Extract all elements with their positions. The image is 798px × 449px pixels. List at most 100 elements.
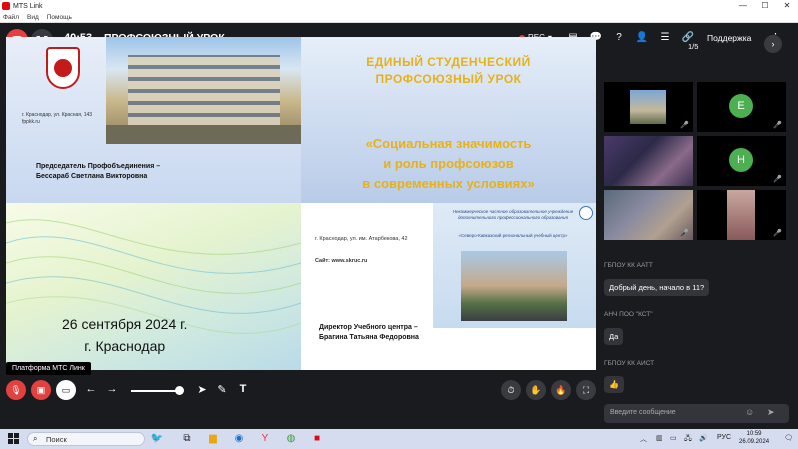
stopwatch-icon: ⏱ [507,384,515,395]
window-titlebar: MTS Link — ☐ ✕ [0,0,798,12]
language-indicator[interactable]: РУС [717,434,731,441]
mts-link-taskbar-icon[interactable]: ■ [310,432,324,446]
participants-icon[interactable]: 👤 [635,32,649,43]
center-site: Сайт: www.skruc.ru [315,258,368,264]
screen-share-icon: ▭ [61,384,71,395]
fullscreen-button[interactable]: ⛶ [576,380,596,400]
emoji-icon[interactable]: ☺ [745,407,754,417]
participant-tile-3[interactable] [604,136,693,186]
file-explorer-icon[interactable]: ▆ [206,432,220,446]
search-icon: ⌕ [33,434,38,443]
director-caption: Директор Учебного центра – Брагина Татья… [319,324,419,341]
mic-toggle-button[interactable]: 🎙 [6,380,26,400]
raise-hand-button[interactable]: ✋ [526,380,546,400]
fullscreen-icon: ⛶ [582,384,590,395]
participant-video [630,90,666,124]
participants-list-icon[interactable]: ☰ [658,32,672,43]
tray-monitor-icon[interactable]: ▭ [670,434,677,442]
chat-author: ГБПОУ КК ААТТ [604,262,653,269]
chevron-right-icon: › [771,39,775,49]
mts-link-logo-icon [2,2,10,10]
mic-muted-icon: 🎤 [680,122,689,129]
mic-muted-icon: 🎤 [773,176,782,183]
center-address: г. Краснодар, ул. им. Атарбекова, 42 [315,236,408,242]
window-title: MTS Link [13,2,43,10]
union-emblem-icon [46,47,80,89]
pen-tool-icon[interactable]: ✎ [215,383,229,396]
chat-input[interactable]: Введите сообщение ☺ ➤ [604,404,789,423]
next-slide-icon[interactable]: → [105,383,119,395]
clock-date: 26.09.2024 [739,439,770,445]
questions-icon[interactable]: ? [612,32,626,43]
network-icon[interactable]: 🖧 [684,434,692,445]
slide-topic: «Социальная значимость и роль профсоюзов… [362,136,535,191]
chrome-browser-icon[interactable]: ◍ [284,432,298,446]
flame-icon: 🔥 [555,384,567,395]
participant-tile-4[interactable]: H 🎤 [697,136,786,186]
window-controls: — ☐ ✕ [732,0,798,12]
participant-video [727,190,755,240]
participant-tile-2[interactable]: E 🎤 [697,82,786,132]
center-info-panel: Некоммерческое частное образовательное у… [433,203,596,328]
slide-quadrant-date: 26 сентября 2024 г. г. Краснодар [6,203,301,370]
timer-button[interactable]: ⏱ [501,380,521,400]
participant-video [604,136,693,186]
notifications-icon[interactable]: 🗨 [784,434,793,442]
next-page-button[interactable]: › [764,35,782,53]
slide-quadrant-center: г. Краснодар, ул. им. Атарбекова, 42 Сай… [301,203,596,370]
slide-quadrant-title: ЕДИНЫЙ СТУДЕНЧЕСКИЙ ПРОФСОЮЗНЫЙ УРОК «Со… [301,37,596,203]
center-building-photo [461,251,567,321]
mic-muted-icon: 🎤 [773,122,782,129]
taskbar-clock[interactable]: 10:59 26.09.2024 [739,430,769,446]
zoom-slider-knob[interactable] [175,386,184,395]
chat-input-placeholder: Введите сообщение [610,409,676,416]
chat-message: Добрый день, начало в 11? [604,279,710,296]
menu-view[interactable]: Вид [27,14,39,21]
volume-icon[interactable]: 🔊 [699,434,708,442]
center-panel-heading: Некоммерческое частное образовательное у… [452,209,574,220]
screen-share-button[interactable]: ▭ [56,380,76,400]
chat-message: Да [604,328,624,345]
close-window-button[interactable]: ✕ [776,0,798,12]
send-icon[interactable]: ➤ [767,407,775,418]
yandex-browser-icon[interactable]: Y [258,432,272,446]
presentation-slide: г. Краснодар, ул. Красная, 143 fppkk.ru … [6,37,596,370]
task-view-icon[interactable]: ⧉ [180,432,194,446]
menu-file[interactable]: Файл [3,14,19,21]
participant-tile-1[interactable]: 🎤 [604,82,693,132]
slide-date: 26 сентября 2024 г. г. Краснодар [62,316,188,354]
avatar: H [729,148,753,172]
federation-address: г. Краснодар, ул. Красная, 143 fppkk.ru [22,112,93,125]
menu-help[interactable]: Помощь [47,14,72,21]
tray-app-icon[interactable]: ▥ [656,434,663,442]
building-photo [106,37,301,144]
mic-muted-icon: 🎤 [680,230,689,237]
taskbar-search[interactable]: ⌕ Поиск [27,432,145,446]
participant-tile-5[interactable]: 🎤 [604,190,693,240]
chat-author: ГБПОУ КК АИСТ [604,360,655,367]
windows-start-icon[interactable] [8,433,19,444]
clock-time: 10:59 [746,431,762,437]
edge-browser-icon[interactable]: ◉ [232,432,246,446]
slide-quadrant-federation: г. Краснодар, ул. Красная, 143 fppkk.ru … [6,37,301,203]
text-tool-icon[interactable]: T [236,383,250,395]
support-button[interactable]: Поддержка [707,33,751,43]
tray-chevron-icon[interactable]: ︿ [640,434,647,444]
avatar: E [729,94,753,118]
chat-author: АНЧ ПОО "КСТ" [604,311,653,318]
pointer-tool-icon[interactable]: ➤ [195,383,209,396]
platform-tooltip: Платформа МТС Линк [6,362,91,375]
slide-pager: 1/5 [688,42,699,51]
bird-widget-icon[interactable]: 🐦 [150,432,164,446]
slide-headline: ЕДИНЫЙ СТУДЕНЧЕСКИЙ ПРОФСОЮЗНЫЙ УРОК [366,55,531,86]
participant-tile-6[interactable]: 🎤 [697,190,786,240]
camera-toggle-button[interactable]: ▣ [31,380,51,400]
center-panel-subheading: «Северо-Кавказский региональный учебный … [458,233,568,238]
taskbar-search-label: Поиск [46,435,67,444]
prev-slide-icon[interactable]: ← [84,383,98,395]
reactions-button[interactable]: 🔥 [551,380,571,400]
maximize-button[interactable]: ☐ [754,0,776,12]
zoom-slider[interactable] [131,386,184,395]
camera-off-icon: ▣ [36,384,46,395]
minimize-button[interactable]: — [732,0,754,12]
